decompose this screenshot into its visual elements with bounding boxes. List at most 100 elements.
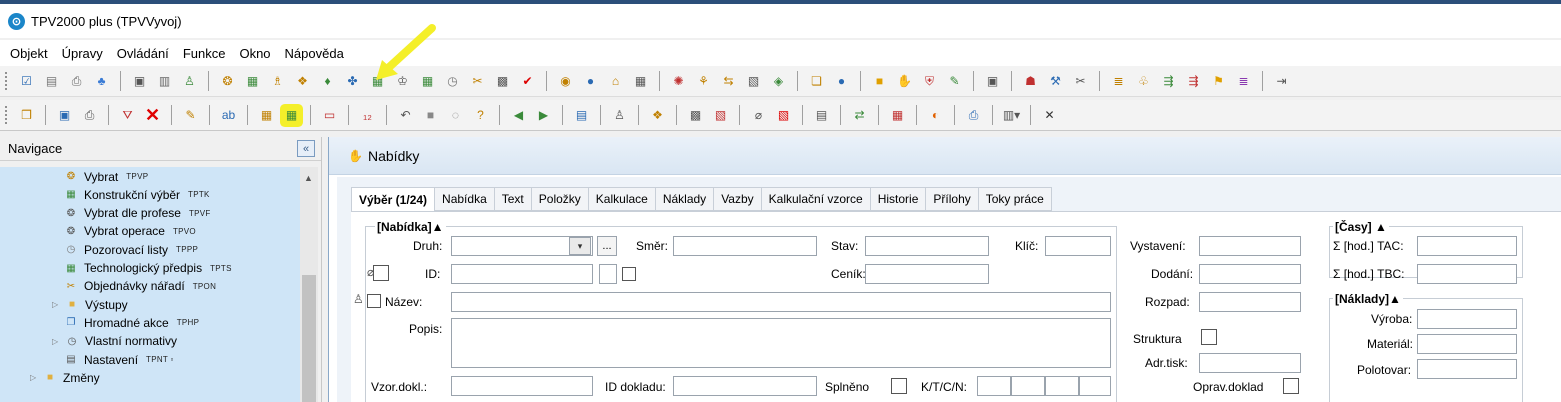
tab-9[interactable]: Přílohy [926, 187, 979, 211]
nav-item-1[interactable]: ▦ Konstrukční výběr TPTK [64, 187, 210, 202]
tab-8[interactable]: Historie [870, 187, 927, 211]
id-field[interactable] [451, 264, 593, 284]
gear-box-icon[interactable]: ✺ [670, 73, 687, 90]
calendar-icon[interactable]: ▦ [632, 73, 649, 90]
adr-tisk-field[interactable] [1199, 353, 1301, 373]
transfer-icon[interactable]: ⇄ [851, 107, 868, 124]
hierarchy-icon[interactable]: ♗ [269, 73, 286, 90]
nav-item-8[interactable]: ❐ Hromadné akce TPHP [64, 315, 199, 330]
users-icon[interactable]: ♣ [93, 73, 110, 90]
navigation-scrollbar[interactable]: ▲ [300, 167, 318, 402]
flag-icon[interactable]: ⚑ [1210, 73, 1227, 90]
document-icon[interactable]: ▣ [131, 73, 148, 90]
nav-item-0[interactable]: ❂ Vybrat TPVP [64, 169, 148, 184]
tac-field[interactable] [1417, 236, 1517, 256]
id-dokladu-field[interactable] [673, 376, 817, 396]
comment-icon[interactable]: ◌ [447, 107, 464, 124]
network-icon[interactable]: ♙ [611, 107, 628, 124]
close-icon[interactable]: ✕ [1041, 107, 1058, 124]
tree-icon[interactable]: ♙ [181, 73, 198, 90]
tab-10[interactable]: Toky práce [978, 187, 1052, 211]
user-blue-icon[interactable]: ● [833, 73, 850, 90]
color-tool-icon[interactable]: ◐ [927, 107, 944, 124]
list-arrow-icon[interactable]: ⇶ [1160, 73, 1177, 90]
paperclip-icon[interactable]: ⌀ [750, 107, 767, 124]
pages-icon[interactable]: ▥ [156, 73, 173, 90]
text-replace-icon[interactable]: ab [220, 107, 237, 124]
smer-field[interactable] [673, 236, 817, 256]
package2-icon[interactable]: ❖ [649, 107, 666, 124]
edit-green-icon[interactable]: ✎ [946, 73, 963, 90]
attachment-checkbox[interactable] [373, 265, 389, 281]
diamond-arrow-icon[interactable]: ◈ [770, 73, 787, 90]
binoculars-icon[interactable]: ❂ [219, 73, 236, 90]
expand-icon[interactable]: ▷ [52, 300, 60, 309]
nazev-field[interactable] [451, 292, 1111, 312]
cenik-field[interactable] [865, 264, 989, 284]
nav-item-10[interactable]: ▤ Nastavení TPNT ▫ [64, 352, 174, 367]
exit-icon[interactable]: ⇥ [1273, 73, 1290, 90]
collapse-nav-button[interactable]: « [297, 140, 315, 157]
package-icon[interactable]: ❖ [294, 73, 311, 90]
prev-icon[interactable]: ◀ [510, 107, 527, 124]
calculator-icon[interactable]: ▩ [494, 73, 511, 90]
grid-search-icon[interactable]: ▦ [244, 73, 261, 90]
expand-icon[interactable]: ▷ [30, 373, 38, 382]
columns-icon[interactable]: ▥▾ [1003, 107, 1020, 124]
splneno-checkbox[interactable] [891, 378, 907, 394]
druh-dropdown-button[interactable]: ▾ [569, 237, 591, 255]
rozpad-field[interactable] [1199, 292, 1301, 312]
vystaveni-field[interactable] [1199, 236, 1301, 256]
expand-icon[interactable]: ▷ [52, 337, 60, 346]
oprav-doklad-checkbox[interactable] [1283, 378, 1299, 394]
tab-6[interactable]: Vazby [714, 187, 762, 211]
tbc-field[interactable] [1417, 264, 1517, 284]
printer2-icon[interactable]: ⎙ [965, 107, 982, 124]
connections-icon[interactable]: ⚘ [695, 73, 712, 90]
tab-4[interactable]: Kalkulace [588, 187, 656, 211]
window-icon[interactable]: ▤ [573, 107, 590, 124]
t-field[interactable] [1011, 376, 1045, 396]
export-icon[interactable]: ▧ [745, 73, 762, 90]
k-field[interactable] [977, 376, 1011, 396]
save-icon[interactable]: ▣ [56, 107, 73, 124]
remove-row-icon[interactable]: ▭ [321, 107, 338, 124]
c-field[interactable] [1045, 376, 1079, 396]
druh-browse-button[interactable]: ... [597, 236, 617, 256]
nav-item-11[interactable]: ▷ ■ Změny [30, 370, 100, 385]
undo-icon[interactable]: ↶ [397, 107, 414, 124]
notes-icon[interactable]: ▤ [43, 73, 60, 90]
cube-icon[interactable]: ■ [871, 73, 888, 90]
nav-item-5[interactable]: ▦ Technologický předpis TPTS [64, 261, 232, 276]
vzor-dokl-field[interactable] [451, 376, 593, 396]
filter-check-icon[interactable]: ⛛ [119, 107, 136, 124]
hierarchy-red-icon[interactable]: ☗ [1022, 73, 1039, 90]
toolbar-grip[interactable] [4, 105, 8, 125]
tab-0[interactable]: Výběr (1/24) [351, 187, 436, 212]
flow-icon[interactable]: ⇆ [720, 73, 737, 90]
person-icon[interactable]: ● [582, 73, 599, 90]
nav-item-2[interactable]: ❂ Vybrat dle profese TPVF [64, 206, 211, 221]
workflow-icon[interactable]: ✤ [344, 73, 361, 90]
polotovar-field[interactable] [1417, 359, 1517, 379]
id-checkbox[interactable] [622, 267, 636, 281]
scroll-up-icon[interactable]: ▲ [304, 173, 313, 183]
dodani-field[interactable] [1199, 264, 1301, 284]
print-setup-icon[interactable]: ⎙ [68, 73, 85, 90]
grid-red-icon[interactable]: ▦ [889, 107, 906, 124]
tools2-icon[interactable]: ⚒ [1047, 73, 1064, 90]
next-icon[interactable]: ▶ [535, 107, 552, 124]
tree-plus-icon[interactable]: ♧ [1135, 73, 1152, 90]
hand-icon[interactable]: ✋ [896, 73, 913, 90]
pliers-icon[interactable]: ✂ [1072, 73, 1089, 90]
checkmark-icon[interactable]: ✔ [519, 73, 536, 90]
calc-icon[interactable]: ▩ [687, 107, 704, 124]
menu-item-4[interactable]: Okno [239, 46, 270, 61]
tools-icon[interactable]: ✂ [469, 73, 486, 90]
menu-item-5[interactable]: Nápověda [285, 46, 344, 61]
list-purple-icon[interactable]: ≣ [1235, 73, 1252, 90]
nav-item-9[interactable]: ▷ ◷ Vlastní normativy [52, 334, 177, 349]
nav-item-3[interactable]: ❂ Vybrat operace TPVO [64, 224, 196, 239]
name-checkbox[interactable] [367, 294, 381, 308]
menu-item-0[interactable]: Objekt [10, 46, 48, 61]
